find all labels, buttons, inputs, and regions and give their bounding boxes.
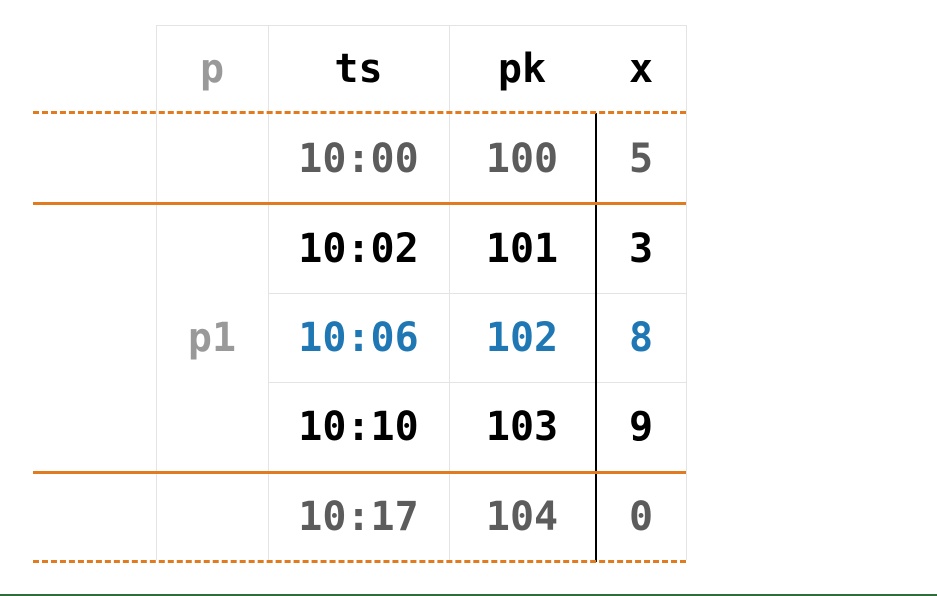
window-frame-end — [33, 471, 686, 474]
row-x-cell: 8 — [628, 314, 654, 361]
header-cell-pk: pk — [497, 46, 547, 92]
row-ts-cell: 10:02 — [298, 225, 419, 272]
row-pk-cell: 104 — [485, 494, 559, 540]
row-pk-cell: 102 — [485, 314, 559, 361]
row-x-cell: 0 — [628, 494, 654, 540]
row-ts-cell: 10:00 — [298, 135, 419, 182]
grid-line — [686, 25, 687, 560]
row-pk-cell: 103 — [485, 403, 559, 450]
row-ts-cell: 10:06 — [298, 314, 419, 361]
partition-boundary-top — [33, 111, 686, 114]
row-ts-cell: 10:17 — [298, 494, 419, 540]
row-x-cell: 3 — [628, 225, 654, 272]
header-cell-p: p — [199, 46, 225, 92]
header-cell-ts: ts — [334, 46, 383, 92]
row-pk-cell: 100 — [485, 135, 559, 182]
row-pk-cell: 101 — [485, 225, 559, 272]
row-ts-cell: 10:10 — [298, 403, 419, 450]
partition-label: p1 — [187, 314, 237, 361]
window-frame-start — [33, 202, 686, 205]
row-x-cell: 5 — [628, 135, 654, 182]
partition-boundary-bottom — [33, 560, 686, 563]
row-x-cell: 9 — [628, 403, 654, 450]
header-cell-x: x — [628, 46, 654, 92]
column-separator — [595, 113, 597, 562]
